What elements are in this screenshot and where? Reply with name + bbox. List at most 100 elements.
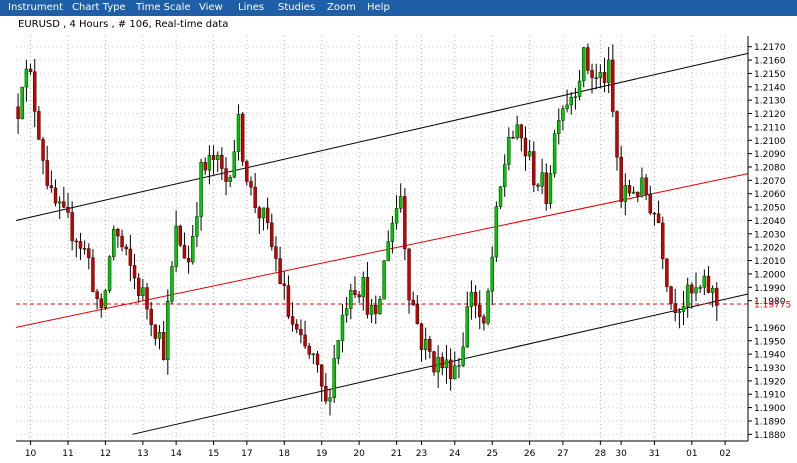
candle-body [403, 196, 407, 250]
candle-body [299, 329, 303, 336]
candle-body [220, 154, 224, 169]
menu-item-help[interactable]: Help [367, 0, 390, 16]
x-tick-label: 27 [557, 449, 568, 459]
candle-body [461, 346, 465, 366]
x-tick-label: 18 [279, 449, 291, 459]
candle-body [486, 290, 490, 324]
candle-body [548, 173, 553, 204]
candle-body [28, 68, 33, 72]
candle-body [619, 156, 623, 202]
y-tick-label: 1.1880 [754, 431, 786, 441]
y-tick-label: 1.2010 [754, 257, 786, 267]
candle-body [91, 257, 95, 292]
candle-body [120, 235, 124, 248]
menu-item-chart-type[interactable]: Chart Type [72, 0, 126, 16]
candle-body [394, 208, 399, 224]
candle-body [386, 241, 390, 262]
candle-body [261, 207, 266, 219]
candle-body [211, 155, 216, 160]
menu-item-instrument[interactable]: Instrument [8, 0, 63, 16]
chart-title: EURUSD , 4 Hours , # 106, Real-time data [18, 19, 228, 30]
candle-body [702, 275, 707, 288]
candle-body [444, 359, 449, 369]
candle-body [502, 164, 507, 188]
candle-body [390, 222, 395, 242]
y-tick-label: 1.1930 [754, 364, 786, 374]
x-tick-label: 11 [62, 449, 73, 459]
menu-item-zoom[interactable]: Zoom [327, 0, 356, 16]
x-tick-label: 20 [353, 449, 365, 459]
candle-body [540, 172, 544, 187]
candle-body [573, 96, 578, 98]
candle-body [286, 285, 291, 317]
candle-body [336, 340, 341, 359]
candle-body [457, 365, 461, 367]
candle-body [577, 80, 582, 97]
candle-body [465, 306, 469, 348]
candle-body [95, 291, 99, 299]
candle-body [99, 298, 103, 308]
y-tick-label: 1.2150 [754, 70, 786, 80]
candle-body [557, 120, 561, 134]
candle-body [440, 357, 445, 369]
x-tick-label: 19 [316, 449, 328, 459]
menu-item-lines[interactable]: Lines [238, 0, 264, 16]
candle-body [278, 258, 282, 285]
x-tick-label: 14 [170, 449, 182, 459]
candle-body [340, 314, 345, 341]
candle-body [232, 151, 237, 178]
candle-body [157, 332, 162, 339]
x-tick-label: 17 [241, 449, 252, 459]
y-tick-label: 1.1920 [754, 377, 786, 387]
candle-body [706, 275, 711, 293]
y-tick-label: 1.1990 [754, 284, 786, 294]
y-tick-label: 1.1960 [754, 324, 786, 334]
candle-body [565, 104, 569, 109]
y-tick-label: 1.2090 [754, 150, 786, 160]
menu-item-studies[interactable]: Studies [278, 0, 315, 16]
candle-body [274, 246, 278, 259]
menu-item-view[interactable]: View [199, 0, 223, 16]
candle-body [498, 186, 503, 207]
candle-body [82, 248, 87, 250]
candle-body [656, 213, 661, 224]
candle-body [482, 316, 486, 324]
candle-body [361, 276, 365, 298]
candle-body [374, 305, 378, 315]
candle-body [203, 162, 207, 171]
candle-body [66, 207, 70, 213]
candle-body [623, 185, 628, 202]
candle-body [62, 201, 66, 208]
candle-body [270, 222, 274, 247]
candle-body [24, 68, 29, 88]
candle-body [552, 133, 557, 174]
candle-body [153, 324, 158, 339]
candle-body [161, 332, 166, 361]
candle-body [507, 137, 511, 165]
menu-item-time-scale[interactable]: Time Scale [136, 0, 191, 16]
candle-body [78, 241, 83, 249]
candle-body [710, 287, 715, 293]
candle-body [253, 186, 257, 208]
candle-body [640, 177, 644, 197]
candle-body [315, 353, 320, 366]
y-tick-label: 1.2040 [754, 217, 786, 227]
y-tick-label: 1.1940 [754, 351, 786, 361]
candle-body [20, 86, 24, 119]
candle-body [265, 207, 270, 223]
candle-body [328, 397, 332, 402]
candle-body [216, 154, 220, 160]
candle-body [665, 258, 669, 287]
candle-body [602, 72, 607, 83]
candle-body [453, 365, 457, 380]
y-tick-label: 1.1950 [754, 337, 786, 347]
candle-body [515, 124, 519, 139]
price-chart[interactable]: EURUSD , 4 Hours , # 106, Real-time data… [0, 16, 797, 463]
candle-body [519, 124, 524, 139]
candle-body [136, 277, 141, 296]
candle-body [423, 338, 428, 351]
candle-body [494, 206, 499, 258]
candle-body [615, 111, 619, 158]
candle-body [582, 47, 586, 82]
candle-body [149, 308, 153, 325]
